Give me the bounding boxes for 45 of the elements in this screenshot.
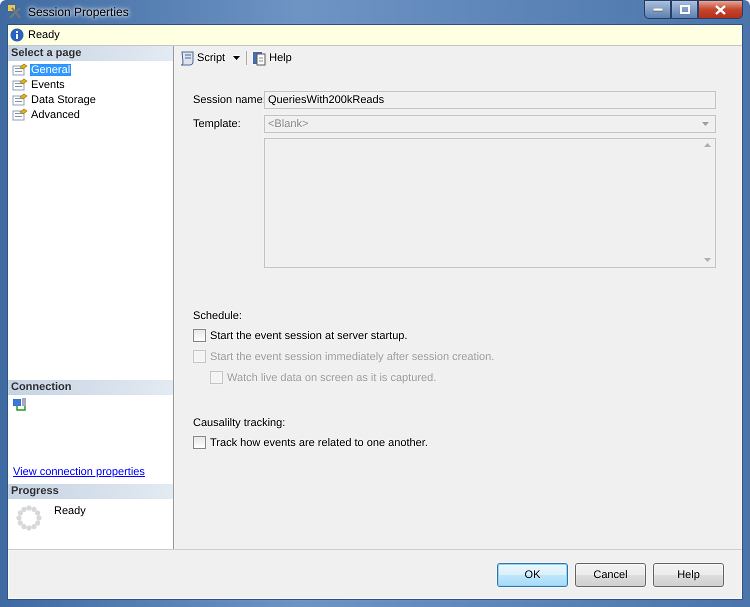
group-header: Schedule: [193, 310, 242, 322]
close-button[interactable] [698, 0, 743, 19]
checkbox-label: Watch live data on screen as it is captured. [227, 372, 436, 384]
info-icon [10, 28, 24, 42]
page-item[interactable]: Advanced [30, 108, 81, 120]
progress-spinner-icon [16, 505, 42, 531]
page-icon [12, 63, 28, 76]
field-label: Session name: [193, 94, 264, 106]
progress-status: Ready [54, 505, 86, 519]
page-icon [12, 93, 28, 106]
server-connection-icon [13, 398, 27, 412]
session-name-field[interactable]: QueriesWith200kReads [264, 91, 716, 109]
group-header: Causalilty tracking: [193, 417, 286, 429]
section-header: Progress [8, 484, 173, 499]
help-icon [252, 50, 268, 66]
toolbar-button[interactable]: Script [177, 50, 228, 66]
status-text: Ready [28, 29, 60, 41]
window-title: Session Properties [28, 5, 129, 19]
toolbar-button[interactable]: Help [250, 50, 294, 66]
field-label: Template: [193, 118, 242, 130]
checkbox[interactable] [193, 329, 206, 342]
page-icon [12, 108, 28, 121]
minimize-button[interactable] [644, 0, 671, 19]
scroll-down-icon[interactable] [704, 258, 711, 263]
dialog-button[interactable]: OK [497, 562, 568, 586]
checkbox-label: Start the event session immediately after session creation. [210, 350, 494, 362]
maximize-icon [680, 5, 690, 14]
scroll-icon [179, 50, 195, 66]
dialog-button[interactable]: Help [653, 562, 724, 586]
page-icon [12, 78, 28, 91]
scroll-up-icon[interactable] [704, 143, 711, 148]
dialog-button[interactable]: Cancel [575, 562, 646, 586]
section-header: Connection [8, 380, 173, 395]
close-icon [715, 4, 726, 14]
section-header: Select a page [8, 46, 173, 61]
minimize-icon [652, 8, 662, 12]
page-item[interactable]: Events [30, 78, 66, 90]
checkbox-label: Track how events are related to one another. [210, 436, 428, 448]
page-item[interactable]: Data Storage [30, 94, 97, 106]
maximize-button[interactable] [671, 0, 698, 19]
connection-properties-link[interactable]: View connection properties [13, 466, 145, 478]
checkbox-label: Start the event session at server startup. [210, 330, 408, 342]
checkbox[interactable] [193, 436, 206, 449]
dropdown-arrow-icon [700, 120, 712, 128]
tools-icon [7, 4, 23, 20]
